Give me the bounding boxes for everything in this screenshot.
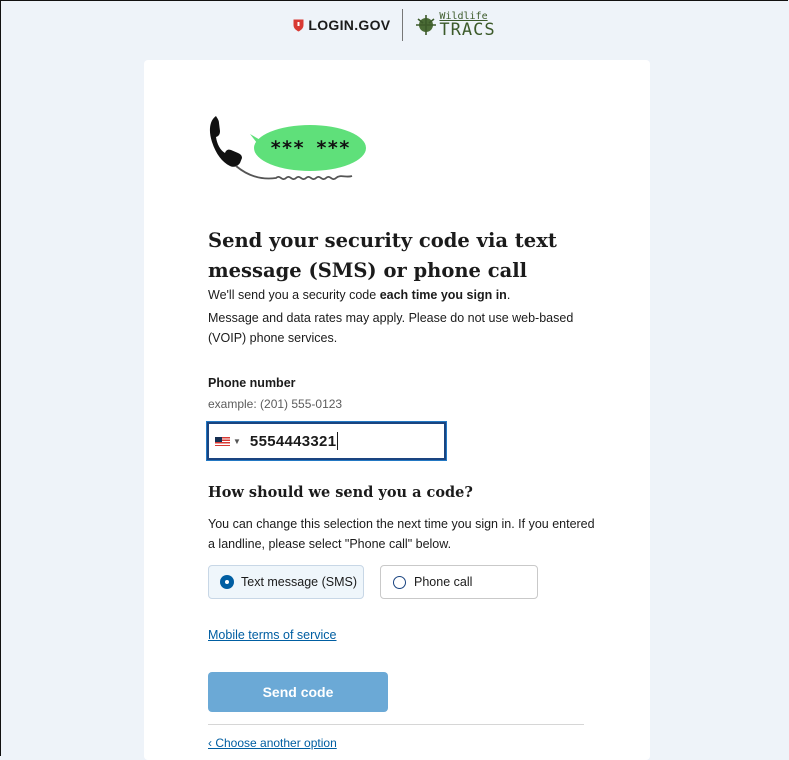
intro-line-2: Message and data rates may apply. Please… (208, 311, 574, 345)
main-card: *** *** Send your security code via text… (144, 60, 650, 760)
site-header: LOGIN.GOV Wildlife TRACS (0, 0, 789, 50)
phone-number-hint: example: (201) 555-0123 (208, 397, 343, 411)
phone-number-label: Phone number (208, 376, 296, 390)
delivery-method-description: You can change this selection the next t… (208, 517, 595, 551)
partner-logo: Wildlife TRACS (415, 11, 496, 40)
divider (208, 724, 584, 725)
phone-handset-icon (209, 116, 242, 167)
radio-selected-icon[interactable] (221, 576, 233, 588)
mobile-terms-link[interactable]: Mobile terms of service (208, 628, 337, 642)
partner-name-line2: TRACS (439, 19, 496, 40)
radio-phone-call-label[interactable]: Phone call (414, 575, 472, 589)
send-code-button[interactable]: Send code (208, 672, 388, 712)
header-divider (402, 9, 404, 41)
choose-another-option-link[interactable]: ‹ Choose another option (208, 736, 337, 750)
login-gov-logo: LOGIN.GOV (293, 17, 390, 33)
masked-code-text: *** *** (270, 137, 350, 159)
radio-text-message-label[interactable]: Text message (SMS) (241, 575, 357, 589)
radio-text-message[interactable]: Text message (SMS) (208, 565, 364, 599)
login-gov-wordmark: LOGIN.GOV (308, 17, 391, 33)
phone-number-input[interactable]: ▼ 5554443321 (207, 422, 446, 460)
shield-icon (293, 19, 304, 31)
us-flag-icon[interactable] (215, 436, 230, 446)
delivery-method-heading: How should we send you a code? (208, 484, 473, 501)
phone-sms-illustration: *** *** (209, 116, 366, 181)
radio-unselected-icon[interactable] (393, 575, 406, 589)
radio-phone-call[interactable]: Phone call (380, 565, 538, 599)
intro-line-1: We'll send you a security code each time… (208, 288, 511, 302)
antler-icon (416, 15, 437, 35)
phone-number-value[interactable]: 5554443321 (250, 433, 336, 450)
chevron-down-icon[interactable]: ▼ (233, 437, 241, 446)
text-cursor (337, 432, 339, 450)
page-title: Send your security code via text message… (208, 229, 557, 282)
